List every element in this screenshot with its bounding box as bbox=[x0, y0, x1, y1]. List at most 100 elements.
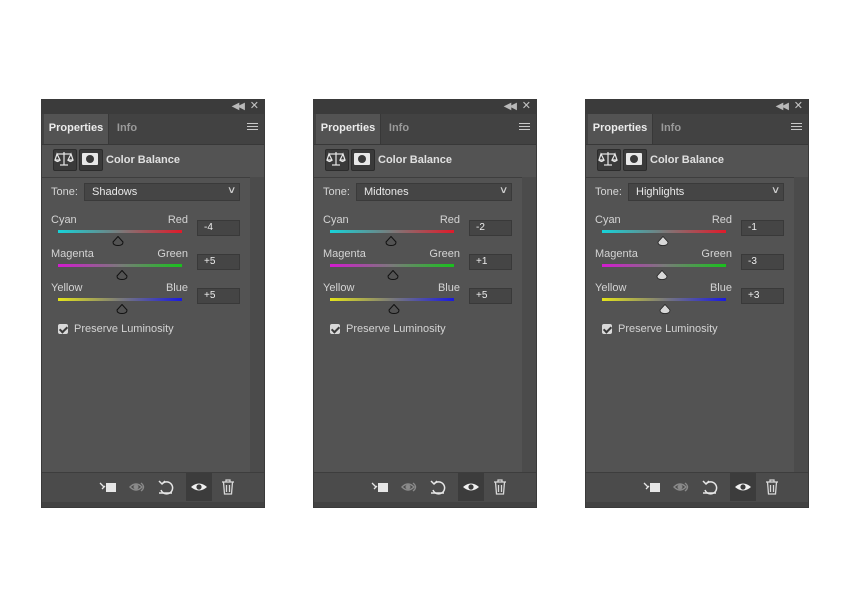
reset-icon[interactable] bbox=[700, 477, 720, 497]
tab-properties[interactable]: Properties bbox=[316, 114, 381, 144]
slider-right-label: Blue bbox=[437, 282, 460, 294]
slider-value-field[interactable]: -3 bbox=[741, 254, 784, 270]
slider-left-label: Magenta bbox=[51, 248, 94, 260]
reset-icon[interactable] bbox=[428, 477, 448, 497]
hamburger-menu-icon[interactable] bbox=[519, 123, 530, 132]
panel-titlebar: ◀◀ ✕ bbox=[42, 100, 264, 114]
double-chevron-left-icon[interactable]: ◀◀ bbox=[504, 101, 517, 113]
preserve-luminosity-checkbox[interactable] bbox=[58, 324, 68, 334]
trash-icon[interactable] bbox=[762, 477, 782, 497]
tab-properties[interactable]: Properties bbox=[44, 114, 109, 144]
balance-scale-icon[interactable] bbox=[325, 149, 349, 171]
slider-thumb[interactable] bbox=[657, 233, 669, 246]
color-slider: Yellow Blue +5 bbox=[314, 282, 536, 315]
balance-scale-icon[interactable] bbox=[597, 149, 621, 171]
preserve-luminosity-checkbox[interactable] bbox=[602, 324, 612, 334]
panel-bottom-edge bbox=[586, 502, 808, 507]
visibility-eye-icon[interactable] bbox=[186, 473, 212, 501]
double-chevron-left-icon[interactable]: ◀◀ bbox=[232, 101, 245, 113]
slider-thumb[interactable] bbox=[659, 301, 671, 314]
tone-dropdown[interactable]: Highlights ∨ bbox=[628, 183, 784, 201]
color-slider: Cyan Red -1 bbox=[586, 214, 808, 246]
tone-dropdown[interactable]: Midtones ∨ bbox=[356, 183, 512, 201]
tone-label: Tone: bbox=[51, 186, 78, 198]
close-icon[interactable]: ✕ bbox=[794, 100, 803, 113]
slider-right-label: Green bbox=[429, 248, 460, 260]
hamburger-menu-icon[interactable] bbox=[791, 123, 802, 132]
slider-thumb[interactable] bbox=[116, 267, 128, 281]
tab-properties[interactable]: Properties bbox=[588, 114, 653, 144]
properties-panel: ◀◀ ✕ Properties Info Color Balance Tone:… bbox=[586, 100, 808, 507]
tab-bar: Properties Info bbox=[586, 114, 808, 145]
layer-mask-icon[interactable] bbox=[351, 149, 375, 171]
slider-right-label: Red bbox=[439, 214, 460, 226]
tab-info[interactable]: Info bbox=[652, 114, 690, 144]
slider-thumb[interactable] bbox=[387, 267, 399, 281]
slider-right-label: Green bbox=[157, 248, 188, 260]
slider-value-field[interactable]: -4 bbox=[197, 220, 240, 236]
slider-right-label: Red bbox=[711, 214, 732, 226]
balance-scale-icon[interactable] bbox=[53, 149, 77, 171]
scrollbar[interactable] bbox=[794, 177, 808, 472]
slider-value-field[interactable]: +1 bbox=[469, 254, 512, 270]
layer-mask-icon[interactable] bbox=[623, 149, 647, 171]
visibility-eye-icon[interactable] bbox=[730, 473, 756, 501]
double-chevron-left-icon[interactable]: ◀◀ bbox=[776, 101, 789, 113]
tone-selected-value: Shadows bbox=[92, 186, 138, 198]
scrollbar[interactable] bbox=[250, 177, 264, 472]
color-slider: Yellow Blue +3 bbox=[586, 282, 808, 314]
adjustment-header: Color Balance bbox=[586, 145, 808, 178]
slider-value-field[interactable]: +3 bbox=[741, 288, 784, 304]
color-slider: Yellow Blue +5 bbox=[42, 282, 264, 315]
panel-titlebar: ◀◀ ✕ bbox=[586, 100, 808, 114]
panel-footer bbox=[42, 472, 264, 502]
preserve-luminosity-label: Preserve Luminosity bbox=[618, 323, 718, 335]
panel-footer bbox=[314, 472, 536, 502]
slider-left-label: Yellow bbox=[51, 282, 83, 294]
tab-info[interactable]: Info bbox=[108, 114, 146, 144]
slider-left-label: Yellow bbox=[323, 282, 355, 294]
tone-selected-value: Highlights bbox=[636, 186, 685, 198]
reset-icon[interactable] bbox=[156, 477, 176, 497]
slider-value-field[interactable]: +5 bbox=[197, 254, 240, 270]
slider-thumb[interactable] bbox=[656, 267, 668, 280]
slider-thumb[interactable] bbox=[112, 233, 124, 247]
tone-dropdown[interactable]: Shadows ∨ bbox=[84, 183, 240, 201]
slider-left-label: Yellow bbox=[595, 282, 627, 294]
view-previous-state-icon[interactable] bbox=[400, 477, 420, 497]
hamburger-menu-icon[interactable] bbox=[247, 123, 258, 132]
preserve-luminosity-label: Preserve Luminosity bbox=[74, 323, 174, 335]
preserve-luminosity-checkbox[interactable] bbox=[330, 324, 340, 334]
slider-thumb[interactable] bbox=[116, 301, 128, 315]
trash-icon[interactable] bbox=[490, 477, 510, 497]
close-icon[interactable]: ✕ bbox=[522, 100, 531, 113]
slider-value-field[interactable]: +5 bbox=[469, 288, 512, 304]
tab-info[interactable]: Info bbox=[380, 114, 418, 144]
scrollbar[interactable] bbox=[522, 177, 536, 472]
trash-icon[interactable] bbox=[218, 477, 238, 497]
adjustment-title: Color Balance bbox=[650, 154, 724, 166]
slider-thumb[interactable] bbox=[388, 301, 400, 315]
properties-panel: ◀◀ ✕ Properties Info Color Balance Tone:… bbox=[42, 100, 264, 507]
slider-right-label: Blue bbox=[709, 282, 732, 294]
preserve-luminosity-label: Preserve Luminosity bbox=[346, 323, 446, 335]
slider-value-field[interactable]: -1 bbox=[741, 220, 784, 236]
visibility-eye-icon[interactable] bbox=[458, 473, 484, 501]
tab-bar: Properties Info bbox=[42, 114, 264, 145]
panel-footer bbox=[586, 472, 808, 502]
clip-to-layer-icon[interactable] bbox=[370, 477, 390, 497]
slider-value-field[interactable]: +5 bbox=[197, 288, 240, 304]
close-icon[interactable]: ✕ bbox=[250, 100, 259, 113]
clip-to-layer-icon[interactable] bbox=[642, 477, 662, 497]
color-slider: Cyan Red -2 bbox=[314, 214, 536, 247]
layer-mask-icon[interactable] bbox=[79, 149, 103, 171]
adjustment-header: Color Balance bbox=[42, 145, 264, 178]
properties-panel: ◀◀ ✕ Properties Info Color Balance Tone:… bbox=[314, 100, 536, 507]
adjustment-title: Color Balance bbox=[378, 154, 452, 166]
slider-left-label: Cyan bbox=[323, 214, 349, 226]
slider-thumb[interactable] bbox=[385, 233, 397, 247]
slider-value-field[interactable]: -2 bbox=[469, 220, 512, 236]
view-previous-state-icon[interactable] bbox=[128, 477, 148, 497]
clip-to-layer-icon[interactable] bbox=[98, 477, 118, 497]
view-previous-state-icon[interactable] bbox=[672, 477, 692, 497]
